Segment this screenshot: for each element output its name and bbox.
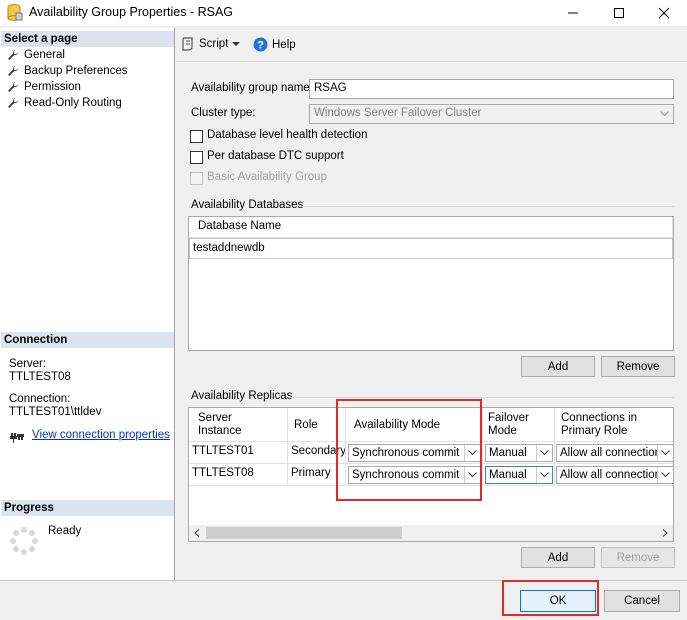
failover-mode-value: Manual <box>489 447 527 459</box>
section-divider <box>288 397 674 398</box>
view-connection-properties-link[interactable]: View connection properties <box>32 429 170 441</box>
connections-primary-select[interactable]: Allow all connections <box>556 466 673 484</box>
cluster-type-label: Cluster type: <box>191 107 256 119</box>
add-replica-button[interactable]: Add <box>521 547 595 568</box>
page-item-general[interactable]: General <box>7 47 65 63</box>
script-button[interactable]: Script <box>181 37 241 51</box>
availability-replicas-label: Availability Replicas <box>191 390 293 402</box>
progress-status: Ready <box>48 525 82 537</box>
script-icon <box>182 37 193 51</box>
database-row[interactable]: testaddnewdb <box>189 238 673 259</box>
ag-name-label: Availability group name: <box>191 82 313 94</box>
server-label: Server: <box>9 358 47 370</box>
failover-mode-select[interactable]: Manual <box>485 444 553 462</box>
connections-primary-header[interactable]: Connections in Primary Role <box>555 408 673 442</box>
cancel-button[interactable]: Cancel <box>604 590 680 612</box>
scrollbar-thumb[interactable] <box>206 527 402 539</box>
failover-mode-select[interactable]: Manual <box>485 466 553 484</box>
page-item-label: Backup Preferences <box>24 65 128 77</box>
close-icon <box>658 7 670 19</box>
db-health-detection-checkbox[interactable] <box>190 130 203 143</box>
connections-primary-value: Allow all connections <box>560 447 667 459</box>
page-item-backup-preferences[interactable]: Backup Preferences <box>7 63 128 79</box>
database-icon <box>7 4 23 21</box>
svg-text:?: ? <box>257 40 264 52</box>
dtc-support-label: Per database DTC support <box>207 150 344 162</box>
server-value: TTLTEST08 <box>9 371 71 383</box>
database-name-header[interactable]: Database Name <box>189 217 673 238</box>
help-button[interactable]: ? Help <box>253 37 296 52</box>
maximize-icon <box>614 8 624 18</box>
cluster-type-value: Windows Server Failover Cluster <box>314 107 482 119</box>
scroll-right-icon[interactable] <box>662 529 668 537</box>
connection-label: Connection: <box>9 393 71 405</box>
add-database-button[interactable]: Add <box>521 356 595 377</box>
left-pane: Select a page General Backup Preferences… <box>0 28 175 580</box>
script-label: Script <box>199 38 229 50</box>
wrench-icon <box>8 50 18 60</box>
scroll-left-icon[interactable] <box>194 529 200 537</box>
chevron-down-icon <box>657 445 673 461</box>
connections-primary-value: Allow all connections <box>560 469 667 481</box>
page-item-label: Permission <box>24 81 81 93</box>
availability-databases-label: Availability Databases <box>191 199 304 211</box>
wrench-icon <box>8 98 18 108</box>
connection-header: Connection <box>1 331 174 348</box>
databases-grid: Database Name testaddnewdb <box>188 216 674 351</box>
remove-database-button[interactable]: Remove <box>601 356 675 377</box>
help-icon: ? <box>253 37 268 52</box>
chevron-down-icon <box>657 467 673 483</box>
minimize-button[interactable] <box>550 0 596 26</box>
availability-mode-highlight <box>336 399 482 501</box>
cluster-type-select: Windows Server Failover Cluster <box>309 104 674 124</box>
wrench-icon <box>8 66 18 76</box>
dtc-support-checkbox[interactable] <box>190 151 203 164</box>
horizontal-scrollbar[interactable] <box>189 525 673 541</box>
connections-primary-header-text: Connections in Primary Role <box>561 412 638 437</box>
failover-mode-header[interactable]: Failover Mode <box>483 408 555 442</box>
page-item-label: Read-Only Routing <box>24 97 122 109</box>
db-health-detection-label: Database level health detection <box>207 129 368 141</box>
page-item-permission[interactable]: Permission <box>7 79 81 95</box>
window-title: Availability Group Properties - RSAG <box>29 5 234 19</box>
chevron-down-icon <box>536 445 552 461</box>
ag-name-field[interactable]: RSAG <box>309 79 674 99</box>
ok-button[interactable]: OK <box>520 590 596 612</box>
connection-plug-icon <box>10 433 24 443</box>
replica-server-cell[interactable]: TTLTEST08 <box>189 464 288 486</box>
help-label: Help <box>272 38 296 51</box>
select-page-header: Select a page <box>1 30 174 47</box>
minimize-icon <box>568 12 578 14</box>
chevron-down-icon <box>536 467 552 483</box>
chevron-down-icon <box>660 111 669 117</box>
progress-spinner-icon <box>10 527 38 555</box>
title-bar: Availability Group Properties - RSAG <box>0 0 687 26</box>
maximize-button[interactable] <box>596 0 642 26</box>
wrench-icon <box>8 82 18 92</box>
page-item-read-only-routing[interactable]: Read-Only Routing <box>7 95 122 111</box>
chevron-down-icon <box>232 42 241 46</box>
remove-replica-button: Remove <box>601 547 675 568</box>
failover-mode-value: Manual <box>489 469 527 481</box>
connection-value: TTLTEST01\ttldev <box>9 406 102 418</box>
close-button[interactable] <box>641 0 687 26</box>
section-divider <box>302 206 674 207</box>
server-instance-header[interactable]: Server Instance <box>189 408 288 442</box>
progress-header: Progress <box>1 499 174 516</box>
page-item-label: General <box>24 49 65 61</box>
basic-ag-label: Basic Availability Group <box>207 171 327 183</box>
basic-ag-checkbox <box>190 172 203 185</box>
connections-primary-select[interactable]: Allow all connections <box>556 444 673 462</box>
replica-server-cell[interactable]: TTLTEST01 <box>189 442 288 464</box>
